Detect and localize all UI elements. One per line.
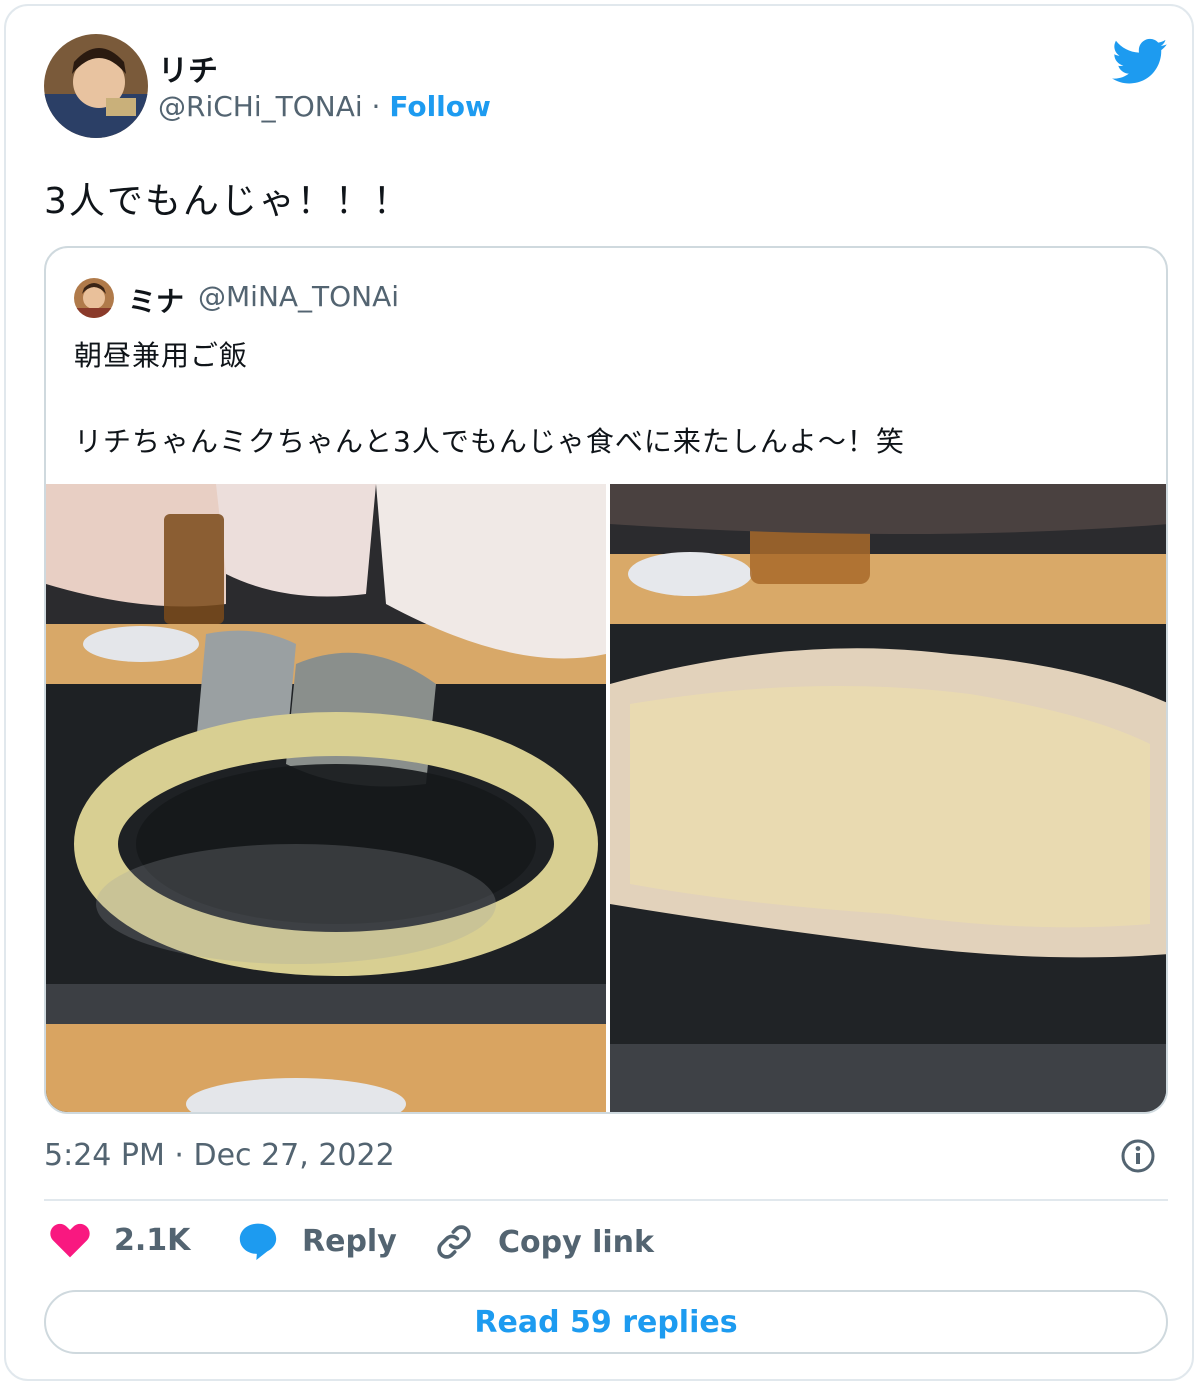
copy-link-label: Copy link (498, 1224, 654, 1260)
info-icon[interactable] (1120, 1138, 1156, 1174)
copy-link-button[interactable]: Copy link (434, 1222, 654, 1262)
like-button[interactable]: 2.1K (50, 1222, 190, 1258)
heart-icon (50, 1223, 90, 1258)
author-name[interactable]: リチ (158, 46, 218, 90)
tweet-text: 3人でもんじゃ！！！ (44, 181, 411, 222)
author-avatar[interactable] (44, 34, 148, 138)
reply-label: Reply (302, 1223, 397, 1259)
reply-bubble-icon (239, 1223, 277, 1260)
author-handle-row: @RiCHi_TONAi · Follow (158, 90, 491, 123)
quoted-text-line2: リチちゃんミクちゃんと3人でもんじゃ食べに来たしんよ〜！笑 (74, 425, 905, 458)
quoted-author-name[interactable]: ミナ (128, 280, 184, 320)
quoted-photo-left[interactable] (46, 484, 606, 1112)
author-handle[interactable]: @RiCHi_TONAi (158, 90, 363, 123)
divider (44, 1199, 1168, 1201)
quoted-text-line1: 朝昼兼用ご飯 (74, 339, 249, 372)
reply-button[interactable]: Reply (238, 1222, 397, 1260)
like-count: 2.1K (114, 1222, 191, 1258)
quoted-photo-right[interactable] (610, 484, 1166, 1112)
tweet-timestamp[interactable]: 5:24 PM · Dec 27, 2022 (44, 1138, 395, 1173)
quoted-author-avatar[interactable] (74, 278, 114, 318)
quoted-tweet[interactable]: ミナ @MiNA_TONAi 朝昼兼用ご飯 リチちゃんミクちゃんと3人でもんじゃ… (44, 246, 1168, 1114)
twitter-bird-icon[interactable] (1112, 38, 1168, 86)
follow-button[interactable]: Follow (389, 90, 491, 123)
tweet-card: リチ @RiCHi_TONAi · Follow 3人でもんじゃ！！！ ミナ @… (4, 4, 1194, 1381)
link-icon (437, 1225, 471, 1259)
quoted-author-handle[interactable]: @MiNA_TONAi (198, 280, 399, 313)
read-replies-button[interactable]: Read 59 replies (44, 1290, 1168, 1354)
separator-dot: · (371, 90, 381, 123)
